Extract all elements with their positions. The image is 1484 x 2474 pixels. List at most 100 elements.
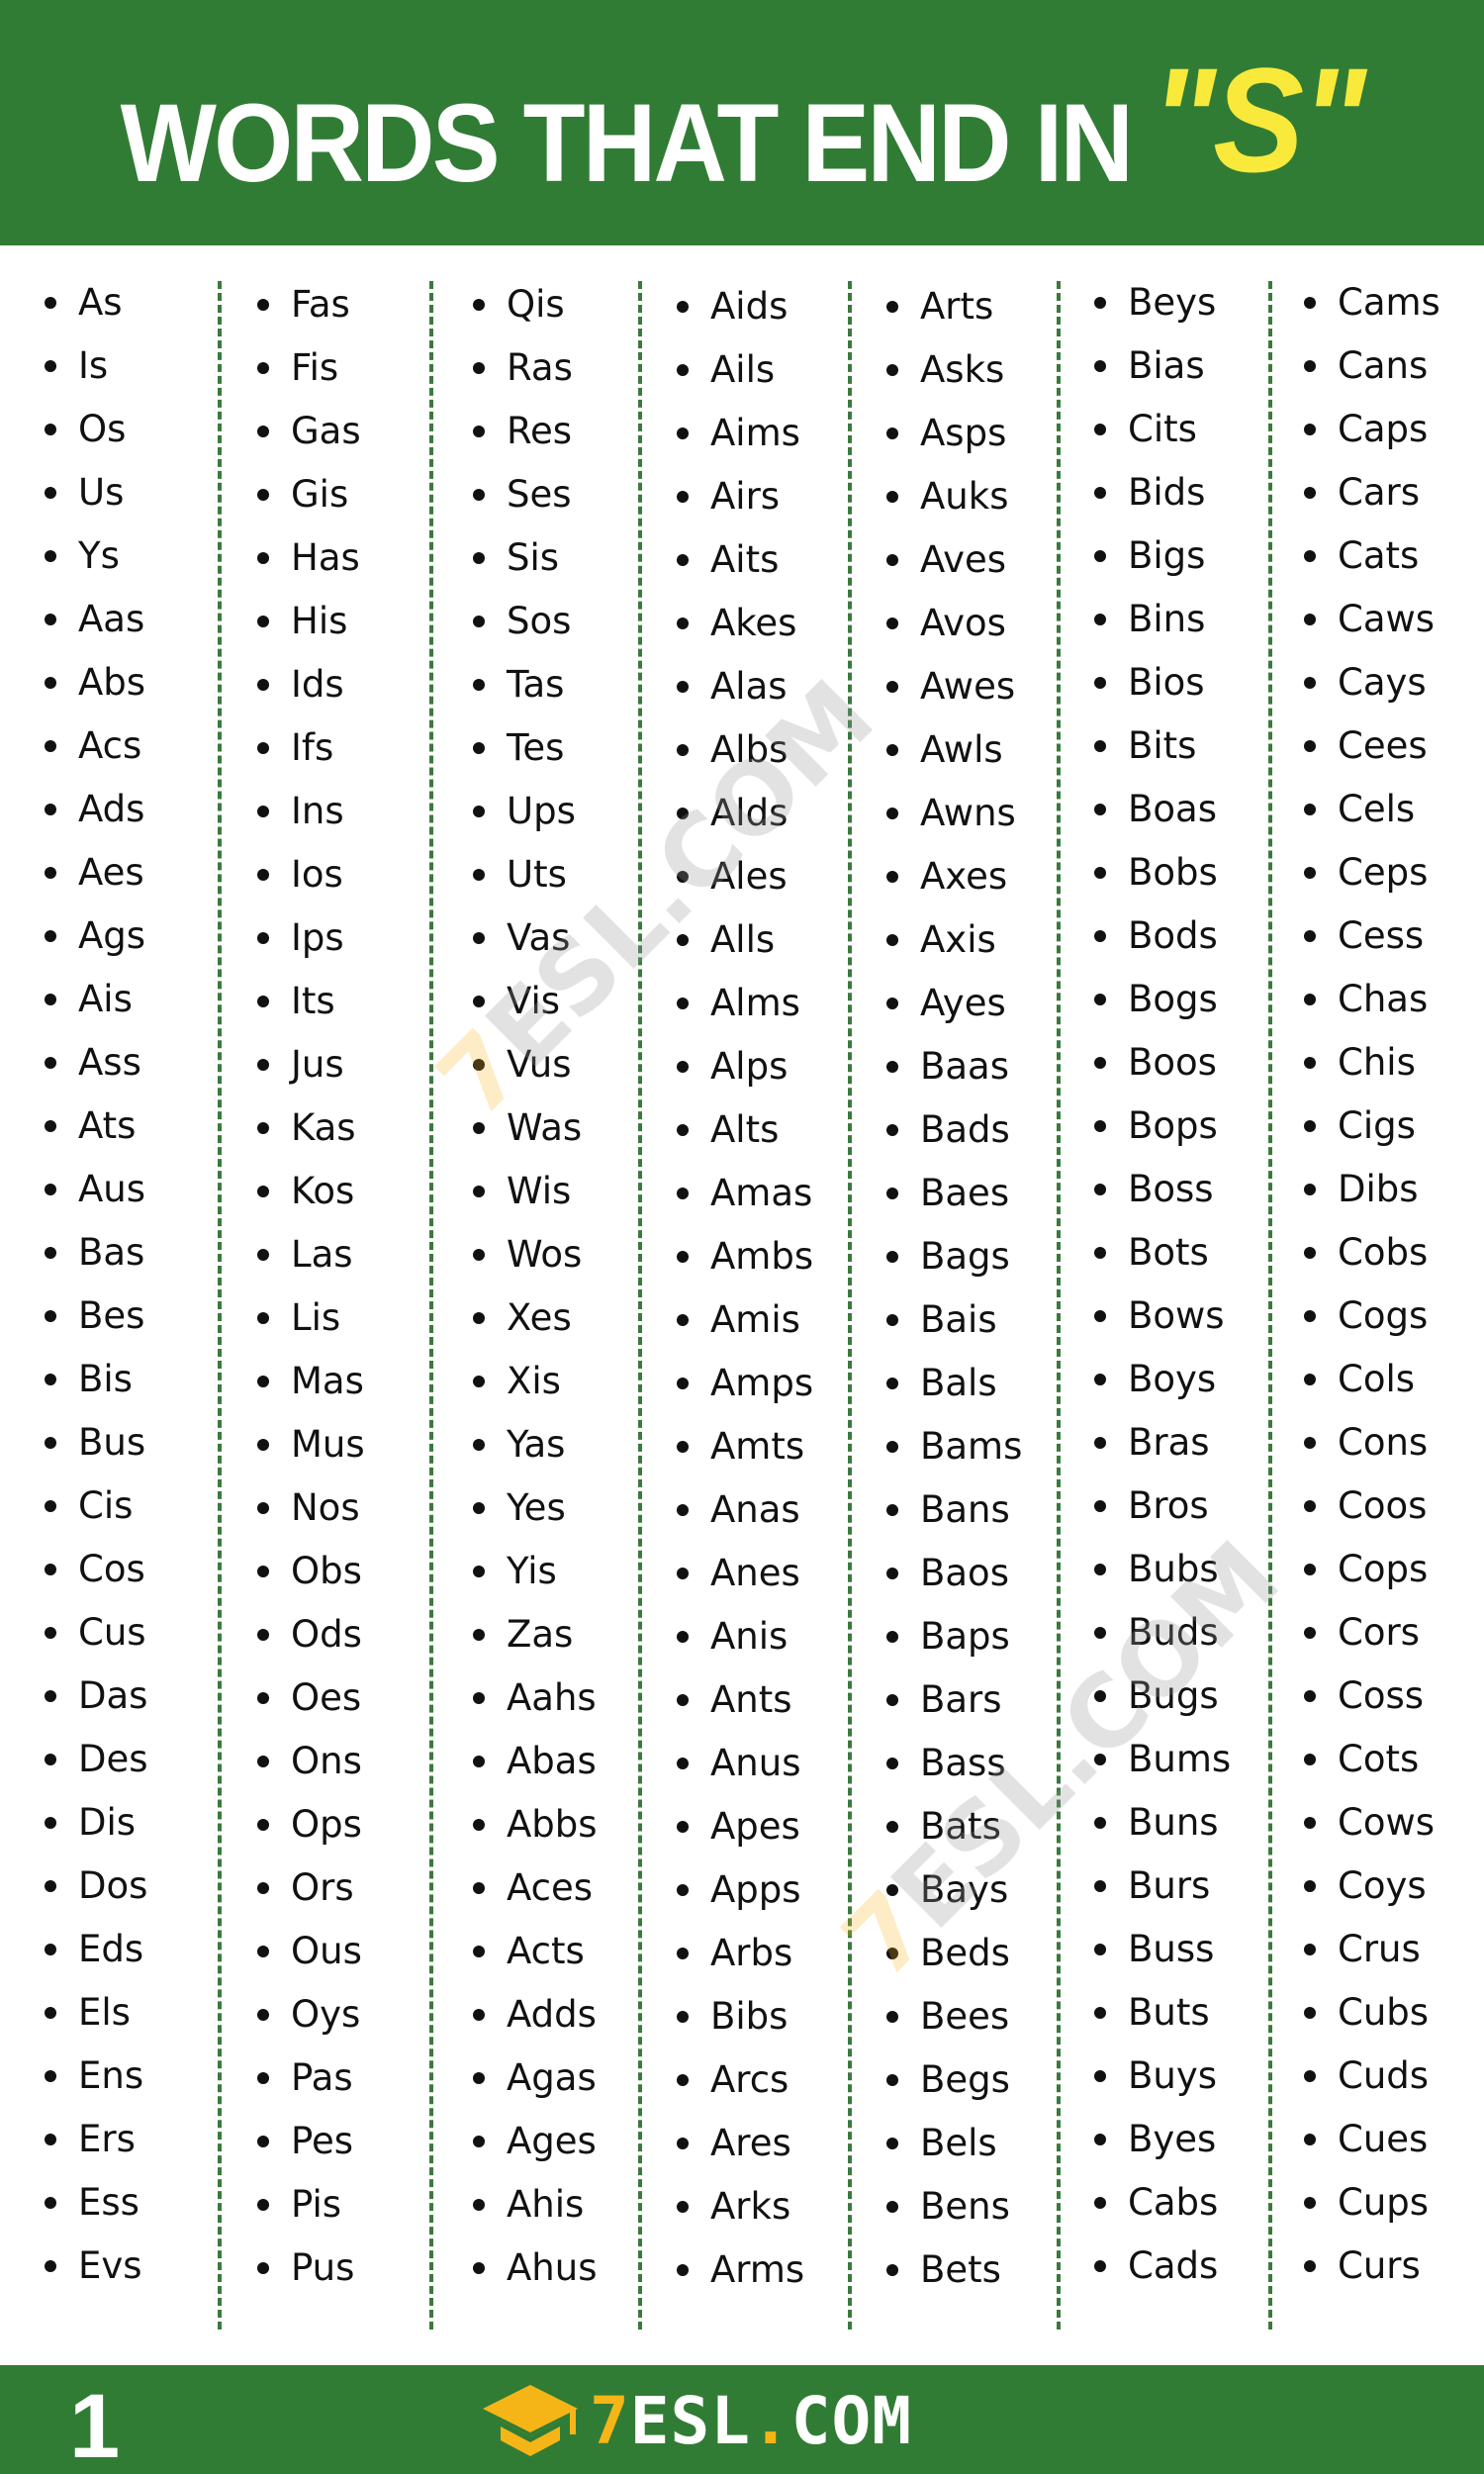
word-list-item: Wos [473, 1223, 598, 1286]
word-list-item: Boss [1094, 1158, 1231, 1221]
word-text: Bios [1128, 661, 1205, 704]
word-list-item: Bags [886, 1225, 1022, 1288]
word-list-item: Cops [1304, 1538, 1440, 1601]
word-text: Awns [920, 792, 1016, 834]
bullet-icon [1094, 1437, 1106, 1449]
bullet-icon [45, 1690, 56, 1702]
word-text: Cars [1338, 471, 1420, 514]
word-text: Its [291, 980, 335, 1022]
bullet-icon [677, 1188, 689, 1199]
bullet-icon [473, 362, 485, 374]
bullet-icon [1094, 1627, 1106, 1639]
word-list-item: Cues [1304, 2108, 1440, 2171]
word-list-item: Bras [1094, 1411, 1231, 1475]
word-text: Res [507, 410, 573, 452]
bullet-icon [886, 2011, 898, 2023]
word-text: Alms [710, 982, 800, 1024]
word-list-item: Bibs [677, 1985, 813, 2048]
word-text: Jus [291, 1043, 344, 1086]
bullet-icon [886, 1188, 898, 1199]
word-list-item: Bigs [1094, 524, 1231, 588]
bullet-icon [257, 616, 269, 627]
word-text: Bids [1128, 471, 1206, 514]
word-list-item: Pis [257, 2173, 365, 2236]
word-list-item: Beys [1094, 271, 1231, 334]
logo-wordmark: 7ESL.COM [590, 2383, 912, 2459]
word-list-item: Cits [1094, 398, 1231, 461]
word-list-item: Bods [1094, 904, 1231, 968]
bullet-icon [473, 932, 485, 944]
bullet-icon [1094, 297, 1106, 309]
word-text: Boas [1128, 788, 1217, 830]
word-list-item: Acs [45, 714, 148, 778]
word-list-item: Xes [473, 1286, 598, 1350]
word-list-item: Bes [45, 1285, 148, 1348]
word-text: Anus [710, 1742, 801, 1784]
word-column-6: Beys Bias Cits Bids Bigs Bins Bios Bits Boas Bobs… [1094, 271, 1231, 2391]
word-list-item: Ants [677, 1668, 813, 1732]
word-text: Aids [710, 285, 788, 328]
bullet-icon [1094, 2134, 1106, 2145]
word-text: Tes [507, 726, 565, 769]
word-text: Chas [1338, 978, 1429, 1020]
bullet-icon [257, 1376, 269, 1387]
bullet-icon [45, 2260, 56, 2272]
bullet-icon [886, 2138, 898, 2149]
bullet-icon [1094, 1184, 1106, 1195]
word-text: Gis [291, 473, 349, 516]
word-list-item: Aas [45, 588, 148, 651]
word-list-item: Bops [1094, 1094, 1231, 1158]
word-text: Bens [920, 2185, 1010, 2228]
word-text: Mus [291, 1423, 365, 1466]
word-list-item: Ors [257, 1856, 365, 1920]
word-list-item: Cabs [1094, 2171, 1231, 2235]
bullet-icon [45, 804, 56, 815]
word-text: Ids [291, 663, 344, 706]
word-text: Boos [1128, 1041, 1217, 1084]
word-list-item: Chas [1304, 968, 1440, 1031]
word-text: Aces [507, 1866, 594, 1909]
bullet-icon [886, 1378, 898, 1389]
word-text: Pes [291, 2120, 354, 2162]
word-text: Beds [920, 1932, 1010, 1974]
word-text: Qis [507, 283, 565, 326]
word-text: Anes [710, 1552, 800, 1594]
word-list-item: Bums [1094, 1728, 1231, 1791]
word-text: Bis [78, 1358, 133, 1400]
word-text: Buss [1128, 1928, 1215, 1970]
bullet-icon [45, 297, 56, 309]
word-list-item: As [45, 271, 148, 334]
word-text: Ages [507, 2120, 597, 2162]
bullet-icon [677, 934, 689, 946]
bullet-icon [473, 1249, 485, 1261]
word-text: Ses [507, 473, 572, 516]
bullet-icon [45, 2007, 56, 2019]
word-text: Bros [1128, 1484, 1209, 1527]
bullet-icon [1304, 424, 1316, 435]
word-list-item: Curs [1304, 2235, 1440, 2298]
bullet-icon [257, 1186, 269, 1197]
word-text: Bras [1128, 1421, 1210, 1464]
word-list-item: Akes [677, 592, 813, 655]
word-text: Has [291, 536, 360, 579]
bullet-icon [1304, 804, 1316, 815]
word-list-item: Is [45, 334, 148, 398]
bullet-icon [1304, 1500, 1316, 1512]
word-text: Ahis [507, 2183, 585, 2226]
word-text: Bels [920, 2122, 997, 2164]
bullet-icon [886, 428, 898, 439]
bullet-icon [1094, 1120, 1106, 1132]
bullet-icon [473, 2136, 485, 2147]
word-text: Ons [291, 1740, 362, 1782]
bullet-icon [473, 869, 485, 881]
bullet-icon [257, 489, 269, 501]
word-list-item: Cess [1304, 904, 1440, 968]
bullet-icon [886, 618, 898, 629]
word-text: Cos [78, 1548, 145, 1590]
bullet-icon [45, 1627, 56, 1639]
word-text: Cobs [1338, 1231, 1429, 1274]
bullet-icon [1094, 2070, 1106, 2082]
word-list-item: Ahus [473, 2236, 598, 2300]
bullet-icon [886, 491, 898, 503]
word-text: Arcs [710, 2058, 789, 2101]
